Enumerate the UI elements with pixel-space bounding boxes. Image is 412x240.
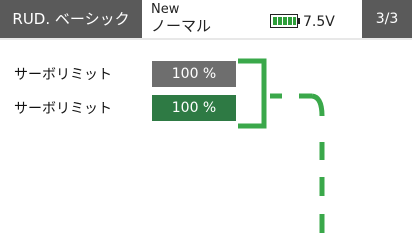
condition-new-label: New [151, 2, 180, 17]
servo-limit-label-1: サーボリミット [14, 67, 112, 83]
throw-curve [311, 93, 325, 117]
battery-icon [270, 14, 300, 28]
servo-limit-value-2[interactable]: 100 % [152, 95, 236, 121]
condition-name: ノーマル [151, 17, 212, 35]
page-indicator-button[interactable]: 3/3 [362, 0, 412, 38]
battery-voltage: 7.5V [303, 14, 335, 30]
header-bar: RUD. ベーシック New ノーマル 7.5V 3/3 [0, 0, 412, 40]
servo-limit-label-2: サーボリミット [14, 101, 112, 117]
screen-title-tab[interactable]: RUD. ベーシック [0, 0, 142, 38]
header-divider [0, 38, 412, 40]
servo-limit-screen: RUD. ベーシック New ノーマル 7.5V 3/3 サーボリミット 100… [0, 0, 412, 240]
screen-title: RUD. ベーシック [12, 10, 130, 28]
servo-limit-value-1[interactable]: 100 % [152, 61, 236, 87]
limit-bracket [238, 58, 267, 129]
page-indicator: 3/3 [375, 11, 399, 27]
